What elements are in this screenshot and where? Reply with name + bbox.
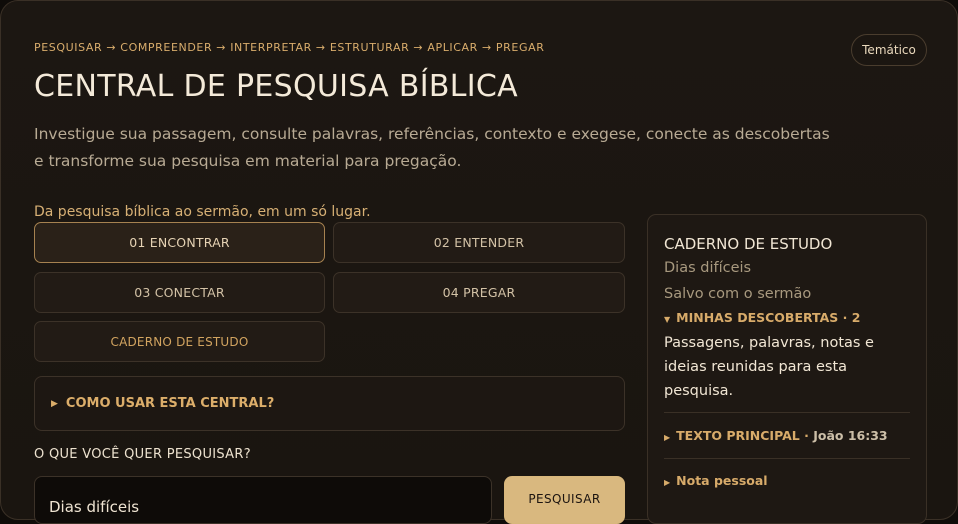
breadcrumb: PESQUISAR → COMPREENDER → INTERPRETAR → … bbox=[34, 41, 545, 54]
search-input[interactable] bbox=[34, 476, 492, 524]
main-text-reference: João 16:33 bbox=[813, 428, 888, 443]
triangle-right-icon: ▶ bbox=[664, 478, 671, 487]
discoveries-toggle[interactable]: ▼ MINHAS DESCOBERTAS · 2 bbox=[664, 310, 860, 325]
main-text-toggle[interactable]: ▶ TEXTO PRINCIPAL · João 16:33 bbox=[664, 428, 888, 443]
search-question-label: O QUE VOCÊ QUER PESQUISAR? bbox=[34, 447, 251, 462]
discoveries-label: MINHAS DESCOBERTAS · 2 bbox=[676, 310, 861, 325]
triangle-right-icon: ▶ bbox=[664, 433, 671, 442]
main-text-label: TEXTO PRINCIPAL · bbox=[676, 428, 809, 443]
personal-note-label: Nota pessoal bbox=[676, 473, 768, 488]
page-title: CENTRAL DE PESQUISA BÍBLICA bbox=[34, 69, 518, 104]
research-panel: PESQUISAR → COMPREENDER → INTERPRETAR → … bbox=[0, 0, 958, 524]
notebook-name: Dias difíceis bbox=[664, 260, 752, 276]
study-notebook-card: CADERNO DE ESTUDO Dias difíceis Salvo co… bbox=[647, 214, 927, 524]
notebook-title: CADERNO DE ESTUDO bbox=[664, 235, 833, 253]
tagline: Da pesquisa bíblica ao sermão, em um só … bbox=[34, 204, 371, 220]
step-encontrar-button[interactable]: 01 ENCONTRAR bbox=[34, 222, 325, 263]
divider bbox=[664, 458, 910, 459]
step-pregar-button[interactable]: 04 PREGAR bbox=[333, 272, 625, 313]
discoveries-description: Passagens, palavras, notas e ideias reun… bbox=[664, 335, 874, 399]
step-caderno-button[interactable]: CADERNO DE ESTUDO bbox=[34, 321, 325, 362]
step-entender-button[interactable]: 02 ENTENDER bbox=[333, 222, 625, 263]
personal-note-toggle[interactable]: ▶ Nota pessoal bbox=[664, 473, 768, 488]
triangle-right-icon: ▶ bbox=[51, 398, 58, 409]
notebook-status: Salvo com o sermão bbox=[664, 286, 812, 302]
how-to-use-toggle[interactable]: ▶ COMO USAR ESTA CENTRAL? bbox=[34, 376, 625, 431]
search-button[interactable]: PESQUISAR bbox=[504, 476, 625, 524]
triangle-down-icon: ▼ bbox=[664, 315, 671, 324]
step-conectar-button[interactable]: 03 CONECTAR bbox=[34, 272, 325, 313]
mode-toggle-button[interactable]: Temático bbox=[851, 34, 927, 66]
how-to-use-label: COMO USAR ESTA CENTRAL? bbox=[65, 396, 275, 411]
divider bbox=[664, 412, 910, 413]
page-subtitle: Investigue sua passagem, consulte palavr… bbox=[34, 125, 830, 170]
